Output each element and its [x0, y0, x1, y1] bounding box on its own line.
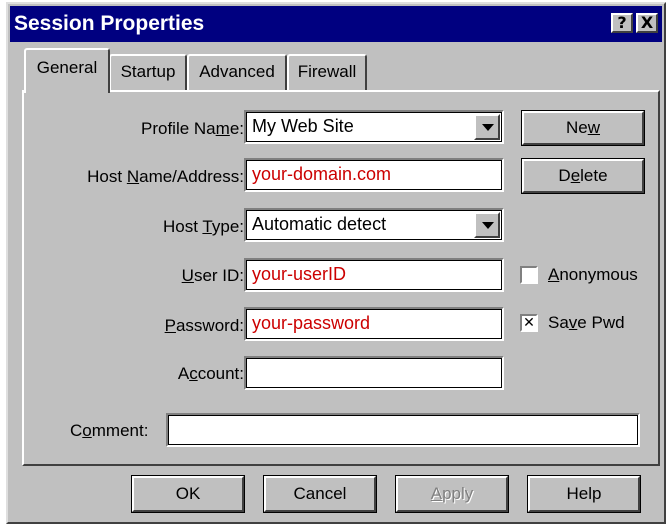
host-type-label: Host Type: [163, 217, 244, 236]
profile-name-dropdown[interactable]: My Web Site [244, 110, 504, 144]
delete-button[interactable]: Delete [521, 158, 645, 194]
anonymous-checkbox[interactable] [520, 266, 538, 284]
tab-advanced[interactable]: Advanced [187, 54, 287, 92]
ok-button[interactable]: OK [131, 475, 245, 513]
host-name-label: Host Name/Address: [87, 167, 244, 186]
host-type-dropdown[interactable]: Automatic detect [244, 208, 504, 242]
anonymous-label[interactable]: Anonymous [548, 265, 638, 285]
window-title: Session Properties [14, 12, 205, 35]
cancel-button[interactable]: Cancel [263, 475, 377, 513]
password-label: Password: [164, 316, 244, 335]
help-button[interactable]: Help [527, 475, 641, 513]
tab-firewall-label: Firewall [297, 62, 357, 81]
comment-label: Comment: [70, 421, 149, 440]
host-name-input[interactable]: your-domain.com [244, 158, 504, 192]
general-tab-panel: Profile Name: My Web Site Host Name/Addr… [22, 90, 660, 466]
profile-name-value: My Web Site [252, 116, 354, 136]
user-id-label: User ID: [181, 266, 244, 285]
account-label: Account: [177, 364, 244, 383]
user-id-input[interactable]: your-userID [244, 258, 504, 292]
profile-name-dropdown-button[interactable] [474, 114, 500, 140]
host-type-value: Automatic detect [252, 214, 387, 234]
tab-general-label: General [36, 58, 98, 77]
session-properties-window: Session Properties ? X General Startup A… [6, 2, 666, 524]
comment-input[interactable] [166, 413, 640, 447]
profile-name-label: Profile Name: [141, 119, 244, 138]
account-input[interactable] [244, 356, 504, 390]
host-type-dropdown-button[interactable] [474, 212, 500, 238]
save-pwd-label[interactable]: Save Pwd [548, 313, 625, 333]
chevron-down-icon [482, 222, 494, 229]
tab-startup[interactable]: Startup [109, 54, 187, 92]
title-bar[interactable]: Session Properties ? X [10, 6, 662, 42]
question-mark-icon: ? [617, 13, 627, 32]
help-title-button[interactable]: ? [611, 13, 633, 33]
close-title-button[interactable]: X [636, 13, 658, 33]
tab-general[interactable]: General [24, 48, 110, 93]
tab-firewall[interactable]: Firewall [287, 54, 367, 92]
password-input[interactable]: your-password [244, 307, 504, 341]
new-button[interactable]: New [521, 110, 645, 146]
save-pwd-checkbox[interactable]: ✕ [520, 314, 538, 332]
tab-startup-label: Startup [120, 62, 176, 81]
chevron-down-icon [482, 124, 494, 131]
close-icon: X [640, 13, 654, 32]
tab-advanced-label: Advanced [199, 62, 275, 81]
apply-button[interactable]: Apply [395, 475, 509, 513]
